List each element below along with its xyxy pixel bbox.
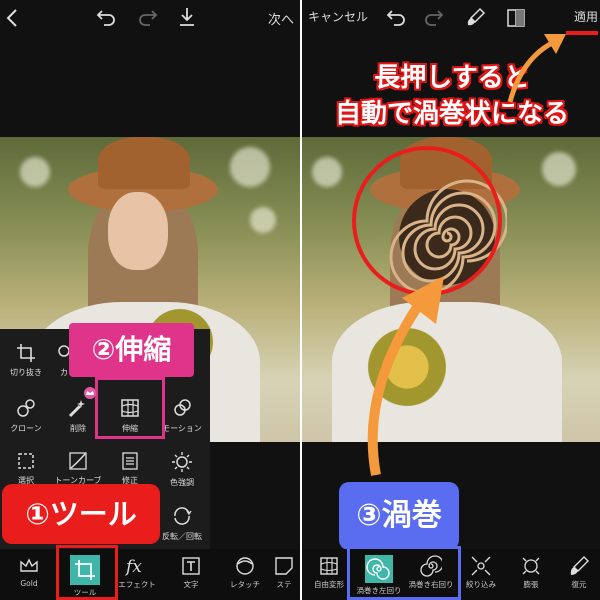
redo-icon[interactable] [424,9,444,27]
bottom-nav: Gold ツール fx エフェクト 文字 レタッチ ステ [0,549,300,600]
back-icon[interactable] [6,9,18,27]
nav-sticker[interactable]: ステ [268,553,300,590]
swirl-tools-highlight [347,546,461,600]
bokeh-light [230,147,270,187]
brush-icon[interactable] [466,7,486,27]
nav-text[interactable]: 文字 [166,553,216,590]
swirl-callout: ③渦巻 [339,482,459,550]
curves-icon [69,452,87,470]
tool-color-enhance[interactable]: 色強調 [156,443,208,495]
sticker-icon [275,557,293,575]
nav-label: Gold [20,579,38,588]
restore-icon [570,556,589,575]
cancel-button[interactable]: キャンセル [308,8,368,25]
arrow-to-swirl [367,276,444,476]
nav-label: 文字 [183,580,199,589]
tool-crop[interactable]: 切り抜き [0,335,52,387]
motion-icon [174,399,191,416]
nav-label: エフェクト [118,580,156,589]
bokeh-light [312,157,342,187]
crop-icon [17,344,35,362]
tool-label: 色強調 [170,478,194,487]
next-button[interactable]: 次へ [268,9,294,28]
nav-gold[interactable]: Gold [4,553,54,588]
apply-button[interactable]: 適用 [574,8,598,25]
crown-icon [20,558,38,572]
nav-label: ステ [276,580,292,589]
tool-bloat[interactable]: 膨張 [506,553,556,590]
stretch-highlight [95,377,165,439]
undo-icon[interactable] [96,9,116,27]
fx-icon: fx [124,557,142,577]
stretch-callout: ②伸縮 [69,323,194,377]
tool-flip-rotate[interactable]: 反転／回転 [156,497,208,549]
compare-icon[interactable] [506,8,526,28]
tools-callout: ①ツール [2,484,160,544]
tool-label: 膨張 [523,580,539,589]
right-screenshot-panel: キャンセル 適用 長押しすると 自動で渦巻状になる ③渦巻 自由変形 渦巻き左回… [302,0,600,600]
bloat-icon [522,557,540,575]
select-icon [18,453,34,469]
remove-icon [68,400,85,418]
tool-restore[interactable]: 復元 [554,553,600,590]
woman-face [108,192,168,270]
redo-icon[interactable] [138,9,158,27]
tools-highlight [56,545,118,600]
tool-pinch[interactable]: 絞り込み [456,553,506,590]
free-warp-icon [320,557,338,575]
tool-clone[interactable]: クローン [0,389,52,441]
bokeh-light [542,152,576,186]
svg-text:fx: fx [124,557,142,577]
text-icon [182,557,200,575]
tool-label: 復元 [571,580,587,589]
tool-label: 反転／回転 [162,532,202,541]
retouch-icon [236,557,254,575]
bokeh-light [250,207,276,233]
nav-label: レタッチ [230,580,260,589]
gold-badge-icon [84,387,96,399]
tool-label: クローン [10,424,42,433]
undo-icon[interactable] [386,9,406,27]
flip-rotate-icon [174,507,192,525]
tool-label: 絞り込み [466,580,496,589]
tool-label: 切り抜き [10,368,42,377]
bokeh-light [20,157,50,187]
clone-icon [17,399,35,417]
left-screenshot-panel: 次へ 切り抜き カ クローン 削除 伸縮 モーション 選択 トーンカーブ 修正 … [0,0,300,600]
arrow-to-apply [507,34,566,103]
hat-crown [98,137,190,189]
download-icon[interactable] [178,7,196,27]
left-top-bar: 次へ [0,0,300,36]
nav-retouch[interactable]: レタッチ [220,553,270,590]
pinch-icon [471,556,491,576]
color-enhance-icon [172,452,192,472]
adjust-icon [122,452,138,470]
nav-effects[interactable]: fx エフェクト [112,553,162,590]
